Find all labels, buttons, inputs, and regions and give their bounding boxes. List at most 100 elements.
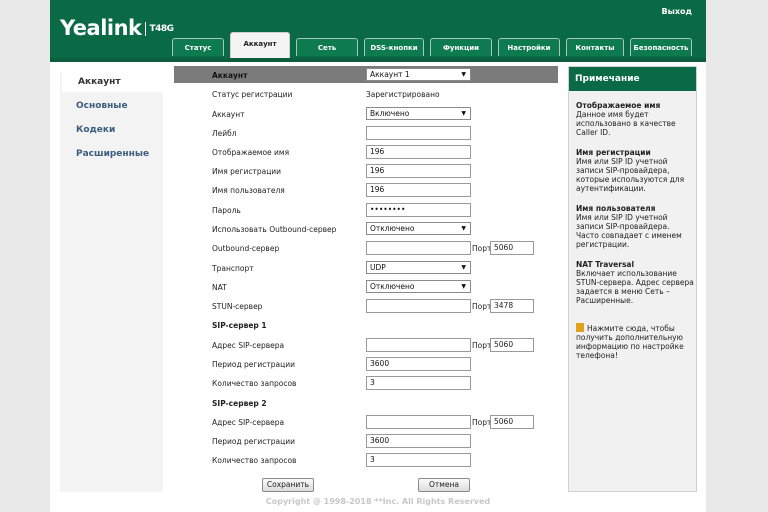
password-label: Пароль [212, 206, 241, 215]
help-link[interactable]: Нажмите сюда, чтобы получить дополнитель… [576, 323, 694, 360]
sip1-port-input[interactable]: 5060 [490, 338, 534, 352]
account-select[interactable]: Аккаунт 1 ▼ [366, 68, 471, 81]
chevron-down-icon: ▼ [461, 71, 466, 78]
port-label: Порт [472, 418, 492, 427]
header-bottom-bar [50, 58, 706, 62]
transport-select[interactable]: UDP ▼ [366, 261, 471, 274]
tab-dss-keys[interactable]: DSS-кнопки [364, 38, 424, 56]
sidebar-item-codecs[interactable]: Кодеки [60, 120, 163, 140]
note-item: NAT Traversal Включает использование STUN… [576, 260, 694, 305]
tab-account[interactable]: Аккаунт [230, 32, 290, 58]
nat-row: NAT Отключено ▼ [174, 280, 558, 297]
copyright-footer: Copyright @ 1998-2018 **Inc. All Rights … [265, 497, 491, 506]
tab-settings[interactable]: Настройки [498, 38, 560, 56]
username-label: Имя пользователя [212, 186, 285, 195]
sidebar-item-advanced[interactable]: Расширенные [60, 144, 163, 164]
reg-status-label: Статус регистрации [212, 90, 293, 99]
reg-name-label: Имя регистрации [212, 167, 282, 176]
account-select-row: Аккаунт Аккаунт 1 ▼ [174, 68, 558, 85]
note-item-title: Имя регистрации [576, 148, 651, 157]
sip2-retries-label: Количество запросов [212, 456, 297, 465]
note-item: Имя пользователя Имя или SIP ID учетной з… [576, 204, 694, 249]
label-input[interactable] [366, 126, 471, 140]
sip2-address-input[interactable] [366, 415, 471, 429]
account-form: Аккаунт Аккаунт 1 ▼ Статус регистрации За… [174, 66, 558, 492]
sip2-period-row: Период регистрации 3600 [174, 434, 558, 451]
reg-status-row: Статус регистрации Зарегистрировано [174, 87, 558, 104]
note-item-text: Имя или SIP ID учетной записи SIP-провай… [576, 213, 682, 249]
sip1-retries-input[interactable]: 3 [366, 376, 471, 390]
help-link-text[interactable]: Нажмите сюда, чтобы получить дополнитель… [576, 324, 684, 360]
account-enable-label: Аккаунт [212, 110, 245, 119]
port-label: Порт [472, 341, 492, 350]
tab-contacts[interactable]: Контакты [566, 38, 624, 56]
label-field-label: Лейбл [212, 129, 237, 138]
transport-row: Транспорт UDP ▼ [174, 261, 558, 278]
note-item-text: Имя или SIP ID учетной записи SIP-провай… [576, 157, 685, 193]
sip2-retries-input[interactable]: 3 [366, 453, 471, 467]
logout-link[interactable]: Выход [662, 7, 692, 16]
display-name-input[interactable]: 196 [366, 145, 471, 159]
sip1-address-row: Адрес SIP-сервера Порт 5060 [174, 338, 558, 355]
label-row: Лейбл [174, 126, 558, 143]
chevron-down-icon: ▼ [461, 225, 466, 232]
sip1-period-label: Период регистрации [212, 360, 295, 369]
sip1-retries-label: Количество запросов [212, 379, 297, 388]
note-item: Имя регистрации Имя или SIP ID учетной за… [576, 148, 694, 193]
logo-text: Yealink [60, 16, 142, 40]
chevron-down-icon: ▼ [461, 264, 466, 271]
sip2-period-label: Период регистрации [212, 437, 295, 446]
reg-status-value: Зарегистрировано [366, 90, 440, 99]
outbound-server-input[interactable] [366, 241, 471, 255]
username-input[interactable]: 196 [366, 183, 471, 197]
sip2-port-input[interactable]: 5060 [490, 415, 534, 429]
save-button[interactable]: Сохранить [262, 478, 314, 492]
note-item-text: Данное имя будет использовано в качестве… [576, 110, 676, 137]
web-ui-frame: Yealink T48G Выход Статус Аккаунт Сеть DS… [50, 0, 706, 512]
reg-name-row: Имя регистрации 196 [174, 164, 558, 181]
sip2-address-label: Адрес SIP-сервера [212, 418, 285, 427]
tab-status[interactable]: Статус [172, 38, 224, 56]
chevron-down-icon: ▼ [461, 283, 466, 290]
tab-features[interactable]: Функции [430, 38, 492, 56]
password-input[interactable]: •••••••• [366, 203, 471, 217]
help-book-icon [576, 323, 584, 332]
nat-select[interactable]: Отключено ▼ [366, 280, 471, 293]
display-name-label: Отображаемое имя [212, 148, 290, 157]
sip1-title-row: SIP-сервер 1 [174, 318, 558, 335]
sip1-address-input[interactable] [366, 338, 471, 352]
use-outbound-select[interactable]: Отключено ▼ [366, 222, 471, 235]
account-enable-select[interactable]: Включено ▼ [366, 107, 471, 120]
note-panel: Примечание Отображаемое имя Данное имя бу… [568, 66, 697, 492]
sip2-title-row: SIP-сервер 2 [174, 396, 558, 413]
cancel-button[interactable]: Отмена [418, 478, 470, 492]
stun-port-input[interactable]: 3478 [490, 299, 534, 313]
sip1-address-label: Адрес SIP-сервера [212, 341, 285, 350]
note-item-text: Включает использование STUN-сервера. Адр… [576, 269, 694, 305]
reg-name-input[interactable]: 196 [366, 164, 471, 178]
use-outbound-label: Использовать Outbound-сервер [212, 225, 337, 234]
port-label: Порт [472, 244, 492, 253]
sidebar-item-basic[interactable]: Основные [60, 96, 163, 116]
stun-server-input[interactable] [366, 299, 471, 313]
outbound-port-input[interactable]: 5060 [490, 241, 534, 255]
sidebar-item-account[interactable]: Аккаунт [62, 72, 163, 92]
stun-server-row: STUN-сервер Порт 3478 [174, 299, 558, 316]
yealink-logo: Yealink T48G [60, 16, 174, 40]
note-item-title: Отображаемое имя [576, 101, 661, 110]
left-sidebar: Аккаунт Основные Кодеки Расширенные [60, 72, 163, 492]
username-row: Имя пользователя 196 [174, 183, 558, 200]
outbound-server-label: Outbound-сервер [212, 244, 280, 253]
chevron-down-icon: ▼ [461, 110, 466, 117]
tab-security[interactable]: Безопасность [630, 38, 692, 56]
note-title: Примечание [569, 67, 696, 91]
display-name-row: Отображаемое имя 196 [174, 145, 558, 162]
sip2-section-title: SIP-сервер 2 [212, 399, 267, 408]
sip2-period-input[interactable]: 3600 [366, 434, 471, 448]
sip1-period-input[interactable]: 3600 [366, 357, 471, 371]
use-outbound-row: Использовать Outbound-сервер Отключено ▼ [174, 222, 558, 239]
tab-network[interactable]: Сеть [296, 38, 358, 56]
sip2-address-row: Адрес SIP-сервера Порт 5060 [174, 415, 558, 432]
note-item: Отображаемое имя Данное имя будет использ… [576, 101, 694, 137]
note-item-title: NAT Traversal [576, 260, 635, 269]
